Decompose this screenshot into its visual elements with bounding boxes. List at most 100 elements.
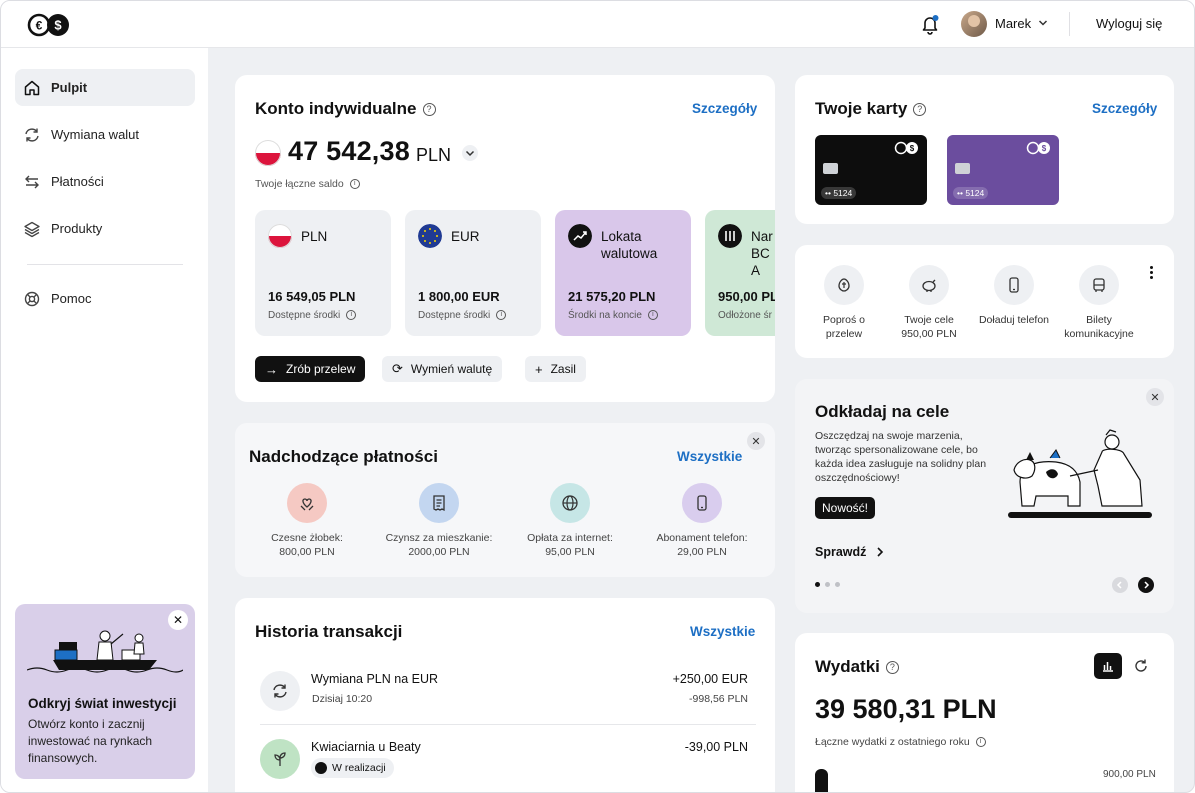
transfer-arrows-icon [25,175,39,188]
account-tile-deposit[interactable]: Lokata walutowa 21 575,20 PLN Środki na … [555,210,691,336]
chevron-down-icon[interactable] [462,145,478,161]
carousel-prev-button[interactable] [1112,577,1128,593]
info-icon[interactable]: i [975,737,986,748]
upcoming-item[interactable]: Czynsz za mieszkanie: 2000,00 PLN [379,483,499,559]
help-icon [24,291,40,306]
payment-card-purple[interactable]: $ •• 5124 [947,135,1059,205]
app-frame: € $ Marek Wyloguj się Pulpit Wymiana wal… [0,0,1195,793]
card-number: •• 5124 [821,187,857,199]
sidebar-item-label: Płatności [51,174,104,189]
expenses-caption: Łączne wydatki z ostatniego roku i [815,736,986,748]
button-label: Wymień walutę [410,362,493,376]
transaction-name: Kwiaciarnia u Beaty [311,740,421,754]
payment-amount: 2000,00 PLN [408,546,470,558]
account-details-link[interactable]: Szczegóły [692,101,757,116]
info-icon[interactable]: ? [885,661,899,675]
quick-action-request[interactable]: Poproś o przelew [804,265,884,341]
savings-icon [718,224,742,248]
exchange-currency-button[interactable]: ⟳ Wymień walutę [382,356,503,382]
user-name[interactable]: Marek [995,16,1031,31]
logo-icon[interactable]: € $ [27,13,73,37]
info-icon[interactable]: i [346,310,357,321]
expenses-amount: 39 580,31 PLN [815,694,997,724]
sidebar-item-label: Wymiana walut [51,127,140,142]
sidebar-item-pomoc[interactable]: Pomoc [15,280,195,317]
sidebar-item-wymiana-walut[interactable]: Wymiana walut [15,116,195,153]
carousel-next-button[interactable] [1138,577,1154,593]
button-label: Zasil [550,362,576,376]
quick-action-label: Poproś o przelew [822,314,866,340]
chevron-right-icon [1144,581,1150,589]
sidebar: Pulpit Wymiana walut Płatności Produkty … [1,48,208,792]
notification-bell-icon[interactable] [919,13,941,35]
info-icon[interactable]: i [647,310,658,321]
request-money-icon [824,265,864,305]
logout-button[interactable]: Wyloguj się [1096,16,1162,31]
avatar[interactable] [961,11,987,37]
poland-flag-icon [255,140,281,166]
account-tile-pln[interactable]: PLN 16 549,05 PLN Dostępne środki i [255,210,391,336]
payment-label: Czynsz za mieszkanie: [385,532,493,544]
payment-label: Opłata za internet: [527,532,613,544]
sidebar-item-platnosci[interactable]: Płatności [15,163,195,200]
more-options-icon[interactable] [1150,266,1154,282]
top-up-button[interactable]: + Zasil [525,356,586,382]
close-icon[interactable]: ✕ [747,432,765,450]
upcoming-item[interactable]: Czesne żłobek: 800,00 PLN [247,483,367,559]
ship-illustration [27,630,183,673]
tile-caption: Dostępne środki i [268,310,357,321]
close-icon[interactable]: ✕ [1146,388,1164,406]
make-transfer-button[interactable]: → Zrób przelew [255,356,366,382]
chart-axis-max-label: 900,00 PLN [1103,769,1156,780]
payment-amount: 95,00 PLN [545,546,595,558]
chevron-down-icon[interactable] [1038,18,1048,28]
balance-caption: Twoje łączne saldo i [255,178,360,190]
table-row[interactable]: Wymiana PLN na EUR Dzisiaj 10:20 +250,00… [260,665,756,725]
plant-icon [260,739,300,779]
quick-action-topup-phone[interactable]: Doładuj telefon [974,265,1054,327]
sidebar-item-produkty[interactable]: Produkty [15,210,195,247]
payment-card-black[interactable]: $ •• 5124 [815,135,927,205]
refresh-icon[interactable] [1133,658,1149,674]
quick-action-tickets[interactable]: Bilety komunikacyjne [1059,265,1139,341]
info-icon[interactable]: ? [913,103,927,117]
investment-promo: ✕ Odkryj świat inwestycji Otwórz konto i… [15,604,195,779]
goals-title: Odkładaj na cele [815,402,950,421]
carousel-dots[interactable] [815,582,840,587]
tile-name: Lokata walutowa [601,229,658,261]
quick-action-goals[interactable]: Twoje cele 950,00 PLN [889,265,969,341]
new-badge: Nowość! [815,497,876,519]
account-tiles: PLN 16 549,05 PLN Dostępne środki i EUR 1… [255,210,775,336]
payment-label: Czesne żłobek: [271,532,343,544]
upcoming-all-link[interactable]: Wszystkie [677,449,742,464]
card-number: •• 5124 [953,187,989,199]
status-label: W realizacji [332,762,386,774]
expenses-title: Wydatki? [815,657,899,677]
phone-icon [682,483,722,523]
bar-chart-view-button[interactable] [1094,653,1122,679]
expense-bar [815,769,828,792]
tile-caption: Odłożone śr [718,310,772,321]
info-icon[interactable]: i [349,179,360,190]
svg-text:$: $ [54,18,62,33]
bus-icon [1079,265,1119,305]
table-row[interactable]: Kwiaciarnia u Beaty W realizacji -39,00 … [260,733,756,792]
account-tile-savings[interactable]: Nar BC A 950,00 PL Odłożone śr [705,210,775,336]
account-tile-eur[interactable]: EUR 1 800,00 EUR Dostępne środki i [405,210,541,336]
tile-caption: Środki na koncie i [568,310,658,321]
cards-details-link[interactable]: Szczegóły [1092,101,1157,116]
upcoming-item[interactable]: Opłata za internet: 95,00 PLN [510,483,630,559]
sidebar-item-pulpit[interactable]: Pulpit [15,69,195,106]
transaction-amount: -39,00 PLN [684,740,748,754]
info-icon[interactable]: ? [422,103,436,117]
upcoming-item[interactable]: Abonament telefon: 29,00 PLN [642,483,762,559]
history-all-link[interactable]: Wszystkie [690,624,755,639]
transaction-date: Dzisiaj 10:20 [312,693,373,705]
info-icon[interactable]: i [496,310,507,321]
deposit-chart-icon [568,224,592,248]
status-badge: W realizacji [311,758,394,778]
check-link[interactable]: Sprawdź [815,545,886,559]
tile-caption: Dostępne środki i [418,310,507,321]
goals-text: Oszczędzaj na swoje marzenia, tworząc sp… [815,430,987,484]
clock-icon [315,762,327,774]
